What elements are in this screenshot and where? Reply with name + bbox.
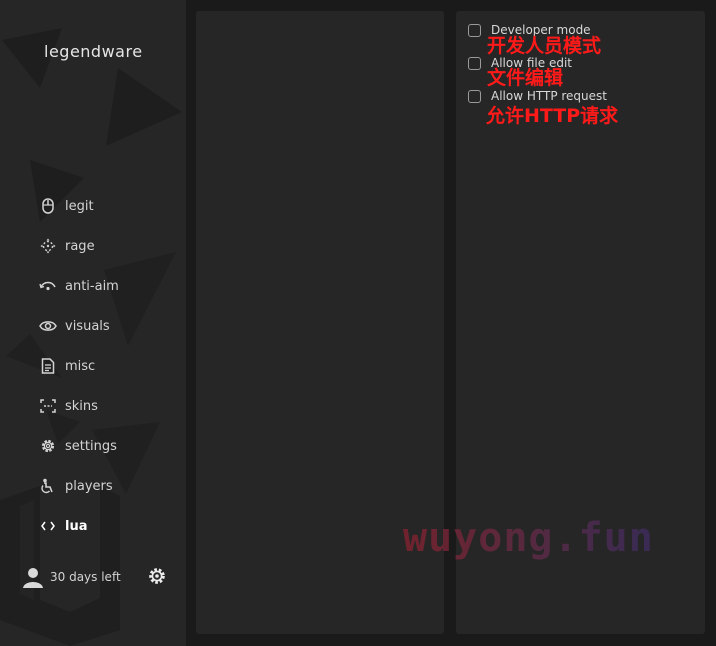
sidebar-item-label: legit [65,198,94,214]
annotation-file-edit: 文件编辑 [487,67,564,89]
allow-http-request-checkbox[interactable] [468,89,481,103]
sidebar-item-anti-aim[interactable]: anti-aim [38,266,119,306]
sidebar-nav: legit rage anti-aim visuals misc skins s… [38,186,119,546]
code-icon [38,516,58,536]
scan-icon [38,396,58,416]
sidebar: legendware legit rage anti-aim visuals m… [0,0,186,646]
anti-aim-icon [38,276,58,296]
sidebar-item-lua[interactable]: lua [38,506,119,546]
watermark: wuyong.fun [403,515,654,561]
sidebar-item-label: rage [65,238,95,254]
sidebar-item-label: misc [65,358,96,374]
gear-icon[interactable] [147,566,167,586]
sidebar-item-legit[interactable]: legit [38,186,119,226]
sidebar-item-settings[interactable]: settings [38,426,119,466]
eye-icon [38,316,58,336]
sidebar-item-label: players [65,478,113,494]
user-icon [22,566,44,588]
gear-icon [38,436,58,456]
players-icon [38,476,58,496]
sidebar-item-players[interactable]: players [38,466,119,506]
sidebar-item-label: settings [65,438,117,454]
app-window: legendware legit rage anti-aim visuals m… [0,0,716,646]
brand-title: legendware [44,42,143,61]
mouse-icon [38,196,58,216]
user-info: 30 days left [22,566,121,588]
allow-file-edit-checkbox[interactable] [468,56,481,70]
sidebar-item-misc[interactable]: misc [38,346,119,386]
sidebar-item-rage[interactable]: rage [38,226,119,266]
annotation-http-request: 允许HTTP请求 [486,105,619,127]
annotation-developer-mode: 开发人员模式 [487,35,602,57]
sidebar-item-label: lua [65,518,88,534]
sidebar-item-label: skins [65,398,98,414]
sidebar-item-label: visuals [65,318,110,334]
sidebar-item-skins[interactable]: skins [38,386,119,426]
allow-http-request-label: Allow HTTP request [491,89,607,103]
document-icon [38,356,58,376]
sidebar-item-visuals[interactable]: visuals [38,306,119,346]
developer-mode-checkbox[interactable] [468,23,481,37]
allow-http-request-option[interactable]: Allow HTTP request [468,89,607,103]
sidebar-item-label: anti-aim [65,278,119,294]
subscription-status: 30 days left [50,570,121,584]
crosshair-icon [38,236,58,256]
